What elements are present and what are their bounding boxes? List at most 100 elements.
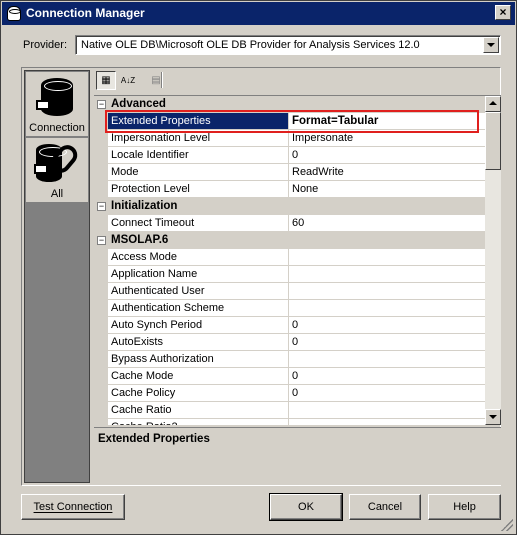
row-gutter bbox=[94, 300, 108, 317]
property-row[interactable]: Connect Timeout 60 bbox=[94, 215, 485, 232]
category-name: Initialization bbox=[111, 200, 178, 212]
property-name: Mode bbox=[108, 164, 289, 181]
chevron-down-icon[interactable] bbox=[483, 37, 499, 53]
property-grid: − Advanced Extended Properties Format=Tabul… bbox=[94, 95, 501, 425]
database-icon bbox=[7, 6, 21, 21]
property-toolbar: ▦ A↓Z ▤ bbox=[94, 70, 500, 91]
property-value[interactable]: 0 bbox=[289, 147, 485, 164]
scroll-thumb[interactable] bbox=[485, 112, 501, 170]
cancel-button[interactable]: Cancel bbox=[349, 494, 421, 520]
property-name: Application Name bbox=[108, 266, 289, 283]
property-row[interactable]: Auto Synch Period 0 bbox=[94, 317, 485, 334]
row-gutter bbox=[94, 266, 108, 283]
description-title: Extended Properties bbox=[98, 433, 210, 445]
collapse-icon[interactable]: − bbox=[97, 202, 106, 211]
property-name: AutoExists bbox=[108, 334, 289, 351]
property-row[interactable]: Authentication Scheme bbox=[94, 300, 485, 317]
property-value[interactable]: Impersonate bbox=[289, 130, 485, 147]
collapse-icon[interactable]: − bbox=[97, 236, 106, 245]
property-value[interactable] bbox=[289, 300, 485, 317]
window-title: Connection Manager bbox=[26, 6, 145, 20]
property-row[interactable]: Impersonation Level Impersonate bbox=[94, 130, 485, 147]
help-button[interactable]: Help bbox=[428, 494, 501, 520]
property-row[interactable]: Cache Ratio2 bbox=[94, 419, 485, 425]
property-value[interactable] bbox=[289, 419, 485, 425]
property-value[interactable] bbox=[289, 351, 485, 368]
row-gutter bbox=[94, 317, 108, 334]
category-name: Advanced bbox=[111, 98, 166, 110]
property-row[interactable]: Authenticated User bbox=[94, 283, 485, 300]
row-gutter bbox=[94, 283, 108, 300]
row-gutter bbox=[94, 113, 108, 130]
property-row[interactable]: Application Name bbox=[94, 266, 485, 283]
property-value[interactable]: Format=Tabular bbox=[289, 113, 485, 130]
row-gutter bbox=[94, 402, 108, 419]
property-pages-icon: ▤ bbox=[151, 75, 161, 86]
collapse-icon[interactable]: − bbox=[97, 100, 106, 109]
resize-grip[interactable] bbox=[501, 519, 513, 531]
property-name: Cache Ratio2 bbox=[108, 419, 289, 425]
property-row[interactable]: Locale Identifier 0 bbox=[94, 147, 485, 164]
ok-button[interactable]: OK bbox=[269, 493, 343, 521]
property-row[interactable]: Protection Level None bbox=[94, 181, 485, 198]
property-value[interactable] bbox=[289, 266, 485, 283]
cancel-label: Cancel bbox=[367, 501, 403, 513]
property-value[interactable] bbox=[289, 402, 485, 419]
ok-label: OK bbox=[298, 501, 314, 513]
categorized-button[interactable]: ▦ bbox=[96, 71, 116, 90]
vertical-scrollbar[interactable] bbox=[485, 96, 501, 425]
description-panel: Extended Properties bbox=[94, 427, 501, 485]
property-name: Cache Mode bbox=[108, 368, 289, 385]
row-gutter bbox=[94, 351, 108, 368]
property-row[interactable]: Extended Properties Format=Tabular bbox=[94, 113, 485, 130]
category-name: MSOLAP.6 bbox=[111, 234, 169, 246]
property-name: Connect Timeout bbox=[108, 215, 289, 232]
plug-icon bbox=[36, 100, 50, 110]
sidebar-item-connection[interactable]: Connection bbox=[26, 72, 88, 136]
property-value[interactable] bbox=[289, 249, 485, 266]
row-gutter bbox=[94, 249, 108, 266]
close-button[interactable]: × bbox=[495, 5, 511, 20]
sidebar: Connection All bbox=[24, 70, 90, 483]
property-pages-button[interactable]: ▤ bbox=[146, 71, 166, 90]
help-label: Help bbox=[453, 501, 476, 513]
alphabetical-button[interactable]: A↓Z bbox=[118, 71, 138, 90]
scroll-up-button[interactable] bbox=[485, 96, 501, 112]
property-value[interactable]: 0 bbox=[289, 334, 485, 351]
provider-dropdown[interactable]: Native OLE DB\Microsoft OLE DB Provider … bbox=[75, 35, 501, 55]
plug-icon bbox=[34, 164, 48, 174]
property-value[interactable]: 0 bbox=[289, 385, 485, 402]
title-bar[interactable]: Connection Manager × bbox=[2, 2, 515, 25]
property-name: Cache Policy bbox=[108, 385, 289, 402]
property-row[interactable]: Cache Policy 0 bbox=[94, 385, 485, 402]
property-name: Access Mode bbox=[108, 249, 289, 266]
sidebar-item-all[interactable]: All bbox=[26, 138, 88, 202]
property-name: Bypass Authorization bbox=[108, 351, 289, 368]
property-name: Authenticated User bbox=[108, 283, 289, 300]
category-row[interactable]: − Advanced bbox=[94, 96, 485, 113]
connection-manager-window: Connection Manager × Provider: Native OL… bbox=[0, 0, 517, 535]
property-value[interactable]: 0 bbox=[289, 368, 485, 385]
property-row[interactable]: Cache Ratio bbox=[94, 402, 485, 419]
property-row[interactable]: Bypass Authorization bbox=[94, 351, 485, 368]
category-row[interactable]: − Initialization bbox=[94, 198, 485, 215]
row-gutter bbox=[94, 147, 108, 164]
property-value[interactable]: None bbox=[289, 181, 485, 198]
row-gutter bbox=[94, 181, 108, 198]
row-gutter bbox=[94, 334, 108, 351]
property-row[interactable]: AutoExists 0 bbox=[94, 334, 485, 351]
property-row[interactable]: Access Mode bbox=[94, 249, 485, 266]
property-row[interactable]: Cache Mode 0 bbox=[94, 368, 485, 385]
property-value[interactable] bbox=[289, 283, 485, 300]
property-name: Cache Ratio bbox=[108, 402, 289, 419]
category-row[interactable]: − MSOLAP.6 bbox=[94, 232, 485, 249]
scroll-down-button[interactable] bbox=[485, 409, 501, 425]
test-connection-button[interactable]: Test Connection bbox=[21, 494, 125, 520]
sidebar-item-label: Connection bbox=[29, 122, 85, 134]
property-row[interactable]: Mode ReadWrite bbox=[94, 164, 485, 181]
row-gutter bbox=[94, 419, 108, 425]
property-value[interactable]: 0 bbox=[289, 317, 485, 334]
property-value[interactable]: 60 bbox=[289, 215, 485, 232]
close-icon: × bbox=[499, 5, 507, 19]
property-value[interactable]: ReadWrite bbox=[289, 164, 485, 181]
